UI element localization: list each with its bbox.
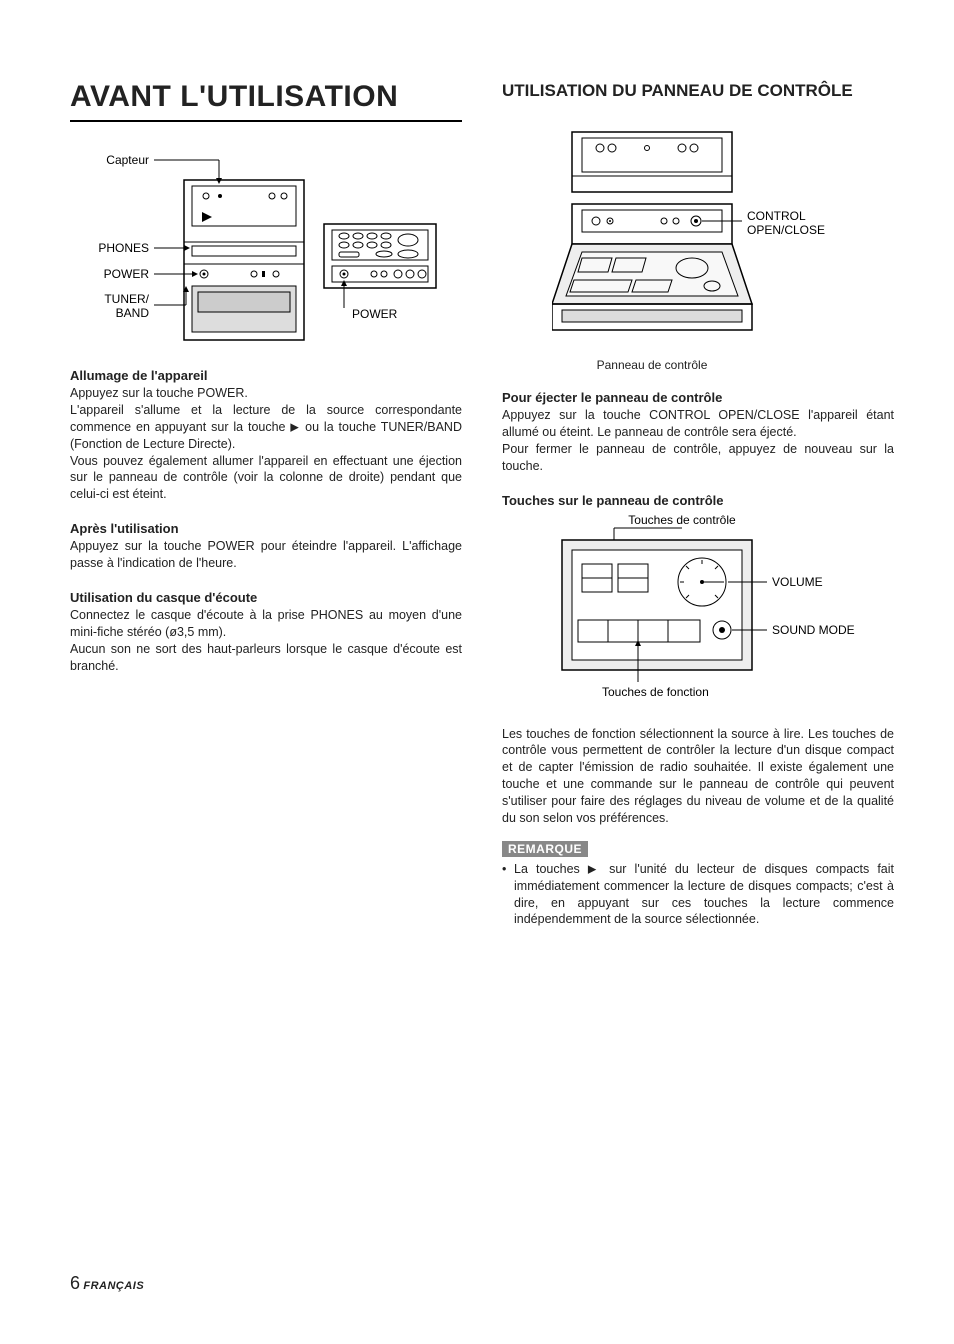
diagram-control-panel: Touches de contrôle <box>542 510 894 710</box>
heading-touches: Touches sur le panneau de contrôle <box>502 493 894 508</box>
label-tuner-band: TUNER/BAND <box>104 292 149 320</box>
heading-ejecter: Pour éjecter le panneau de contrôle <box>502 390 894 405</box>
heading-allumage: Allumage de l'appareil <box>70 368 462 383</box>
remark-item: La touches ▶ sur l'unité du lecteur de d… <box>502 861 894 929</box>
text-casque-2: Aucun son ne sort des haut-parleurs lors… <box>70 641 462 675</box>
label-volume: VOLUME <box>772 575 823 589</box>
label-control-open: CONTROLOPEN/CLOSE <box>747 209 825 237</box>
remark-badge: REMARQUE <box>502 841 588 857</box>
text-allumage-1: Appuyez sur la touche POWER. <box>70 385 462 402</box>
diagram-device-front: Capteur PHONES POWER TUNER/BAND <box>84 150 462 350</box>
text-ejecter-1: Appuyez sur la touche CONTROL OPEN/CLOSE… <box>502 407 894 441</box>
text-casque-1: Connectez le casque d'écoute à la prise … <box>70 607 462 641</box>
text-apres: Appuyez sur la touche POWER pour éteindr… <box>70 538 462 572</box>
text-functions: Les touches de fonction sélectionnent la… <box>502 726 894 827</box>
page-language: FRANÇAIS <box>83 1280 144 1292</box>
label-power-left: POWER <box>104 267 150 281</box>
caption-panneau: Panneau de contrôle <box>552 358 752 372</box>
label-power-right: POWER <box>352 307 398 321</box>
left-column: AVANT L'UTILISATION Capteur PHONES POWER… <box>70 80 462 928</box>
section-title-panneau: UTILISATION DU PANNEAU DE CONTRÔLE <box>502 80 894 102</box>
label-touches-fonction: Touches de fonction <box>602 685 709 699</box>
right-column: UTILISATION DU PANNEAU DE CONTRÔLE <box>502 80 894 928</box>
heading-apres: Après l'utilisation <box>70 521 462 536</box>
label-touches-controle: Touches de contrôle <box>628 513 736 527</box>
label-capteur: Capteur <box>106 153 149 167</box>
text-ejecter-2: Pour fermer le panneau de contrôle, appu… <box>502 441 894 475</box>
main-title: AVANT L'UTILISATION <box>70 80 462 122</box>
page-footer: 6 FRANÇAIS <box>70 1273 144 1294</box>
diagram-panel-open: CONTROLOPEN/CLOSE Panneau de contrôle <box>552 124 894 372</box>
label-phones: PHONES <box>98 241 149 255</box>
label-sound-mode: SOUND MODE <box>772 623 855 637</box>
text-allumage-2: L'appareil s'allume et la lecture de la … <box>70 402 462 453</box>
play-icon: ▶ <box>588 863 601 875</box>
play-icon: ▶ <box>290 421 300 433</box>
play-icon <box>202 212 212 222</box>
page-number: 6 <box>70 1273 80 1293</box>
remark-list: La touches ▶ sur l'unité du lecteur de d… <box>502 861 894 929</box>
text-allumage-3: Vous pouvez également allumer l'appareil… <box>70 453 462 504</box>
heading-casque: Utilisation du casque d'écoute <box>70 590 462 605</box>
